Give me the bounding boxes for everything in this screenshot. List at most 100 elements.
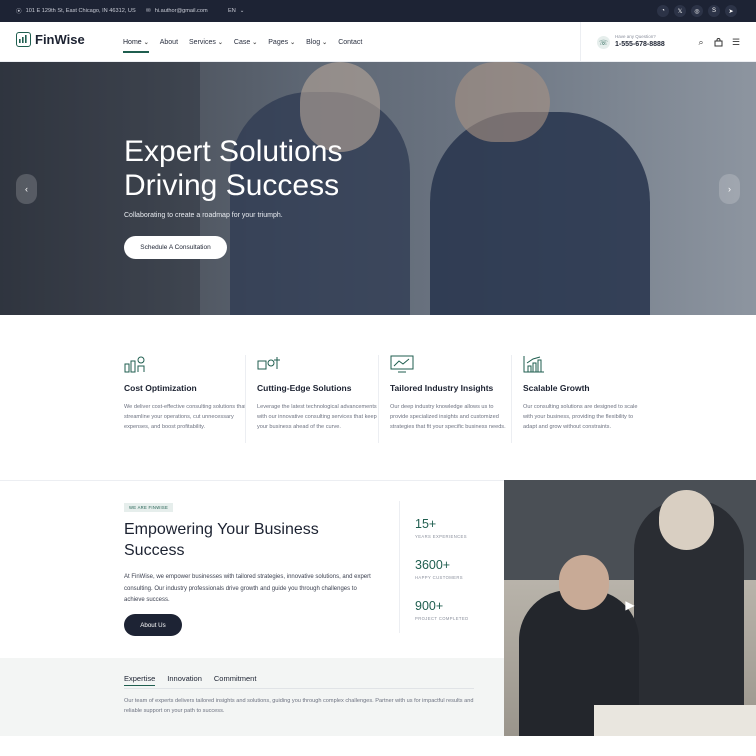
chevron-down-icon: ⌄ (322, 39, 328, 46)
tab-innovation[interactable]: Innovation (167, 674, 202, 686)
stat-value: 3600+ (415, 558, 451, 572)
stat-label: PROJECT COMPLETED (415, 616, 469, 621)
nav-item-label: Blog (306, 38, 321, 46)
address-item: ⦿ 101 E 129th St, East Chicago, IN 46312… (16, 0, 136, 22)
feature-divider (245, 355, 246, 443)
slider-prev-icon[interactable]: ‹ (16, 174, 37, 204)
photo-person-standing-head (659, 490, 714, 550)
phone-label: Have any Question? (615, 34, 656, 39)
chevron-down-icon: ⌄ (252, 39, 258, 46)
slider-next-icon[interactable]: › (719, 174, 740, 204)
language-selector[interactable]: EN ⌄ (228, 0, 244, 22)
cost-optimization-icon (124, 355, 246, 373)
nav-item-contact[interactable]: Contact (338, 39, 362, 46)
hero-person-right-head (455, 62, 550, 142)
feature-card: Cutting-Edge Solutions Leverage the late… (257, 355, 379, 432)
logo-text: FinWise (35, 32, 85, 47)
feature-desc: We deliver cost-effective consulting sol… (124, 404, 246, 430)
feature-divider (511, 355, 512, 443)
feature-title: Scalable Growth (523, 383, 590, 393)
about-title: Empowering Your Business Success (124, 521, 319, 559)
feature-desc: Our consulting solutions are designed to… (523, 404, 638, 430)
nav-menu: Home ⌄ About Services ⌄ Case ⌄ Pages ⌄ Blog ⌄… (123, 22, 362, 62)
logo-icon (16, 32, 31, 47)
location-pin-icon: ⦿ (16, 9, 22, 15)
address-text: 101 E 129th St, East Chicago, IN 46312, … (25, 8, 136, 14)
main-navigation: FinWise Home ⌄ About Services ⌄ Case ⌄ Page… (0, 22, 756, 62)
tab-commitment[interactable]: Commitment (214, 674, 257, 686)
about-desc: At FinWise, we empower businesses with t… (124, 574, 371, 603)
stat-label: HAPPY CUSTOMERS (415, 575, 463, 580)
features-section: Cost Optimization We deliver cost-effect… (0, 315, 756, 480)
hero-person-right (430, 112, 650, 315)
chevron-down-icon: ⌄ (239, 8, 245, 14)
stats-divider (399, 501, 400, 633)
nav-item-case[interactable]: Case ⌄ (234, 39, 257, 46)
nav-divider (580, 22, 581, 62)
language-label: EN (228, 8, 236, 14)
telegram-icon[interactable]: ➤ (725, 5, 737, 17)
menu-icon[interactable]: ☰ (730, 36, 742, 48)
search-icon[interactable]: ⌕ (695, 36, 707, 48)
tab-content: Our team of experts delivers tailored in… (124, 698, 474, 714)
photo-person-seated-head (559, 555, 609, 610)
hero-title-line: Expert Solutions (124, 135, 343, 168)
top-bar: ⦿ 101 E 129th St, East Chicago, IN 46312… (0, 0, 756, 22)
skype-icon[interactable]: S (708, 5, 720, 17)
nav-item-home[interactable]: Home ⌄ (123, 38, 149, 53)
play-icon[interactable]: ▶ (618, 593, 642, 617)
chevron-down-icon: ⌄ (217, 39, 223, 46)
stat-value: 15+ (415, 517, 437, 531)
hero-title: Expert Solutions Driving Success (124, 135, 424, 203)
tab-bar: Expertise Innovation Commitment (124, 674, 256, 686)
stat-value: 900+ (415, 599, 444, 613)
growth-chart-icon (523, 355, 645, 373)
feature-title: Tailored Industry Insights (390, 383, 494, 393)
hero-subtitle: Collaborating to create a roadmap for yo… (124, 212, 283, 219)
feature-card: Scalable Growth Our consulting solutions… (523, 355, 645, 432)
nav-item-label: Pages (268, 38, 289, 46)
feature-desc: Leverage the latest technological advanc… (257, 404, 377, 430)
feature-title: Cutting-Edge Solutions (257, 383, 352, 393)
feature-card: Tailored Industry Insights Our deep indu… (390, 355, 512, 432)
feature-divider (378, 355, 379, 443)
hero-section: Expert Solutions Driving Success Collabo… (0, 62, 756, 315)
chevron-down-icon: ⌄ (143, 39, 149, 46)
feature-desc: Our deep industry knowledge allows us to… (390, 404, 506, 430)
phone-icon: ☏ (597, 36, 610, 49)
logo[interactable]: FinWise (16, 32, 85, 47)
schedule-consultation-button[interactable]: Schedule A Consultation (124, 236, 227, 259)
nav-item-blog[interactable]: Blog ⌄ (306, 39, 327, 46)
section-tag: WE ARE FINWISE (124, 503, 174, 512)
stat-label: YEARS EXPERIENCES (415, 534, 467, 539)
mail-icon: ✉ (146, 8, 151, 14)
hero-title-line: Driving Success (124, 169, 340, 202)
innovation-icon (257, 355, 379, 373)
x-icon[interactable]: 𝕏 (674, 5, 686, 17)
cart-icon[interactable] (712, 36, 724, 48)
email-item[interactable]: ✉ hi.author@gmail.com (146, 0, 208, 22)
email-text[interactable]: hi.author@gmail.com (155, 8, 208, 14)
tab-underline (124, 688, 474, 689)
stat-item: 900+ PROJECT COMPLETED (415, 599, 469, 621)
feature-card: Cost Optimization We deliver cost-effect… (124, 355, 246, 432)
about-section: WE ARE FINWISE Empowering Your Business … (0, 480, 504, 658)
nav-item-about[interactable]: About (160, 39, 178, 46)
photo-desk (594, 705, 756, 736)
stat-item: 3600+ HAPPY CUSTOMERS (415, 558, 463, 580)
tabs-section: Expertise Innovation Commitment Our team… (0, 658, 504, 736)
phone-number[interactable]: 1-555-678-8888 (615, 41, 665, 48)
nav-item-label: Home (123, 38, 142, 46)
nav-item-pages[interactable]: Pages ⌄ (268, 39, 295, 46)
nav-item-services[interactable]: Services ⌄ (189, 39, 223, 46)
nav-item-label: About (159, 38, 179, 46)
whatsapp-icon[interactable]: ◔ (657, 5, 669, 17)
stat-item: 15+ YEARS EXPERIENCES (415, 517, 467, 539)
analytics-icon (390, 355, 512, 373)
chevron-down-icon: ⌄ (290, 39, 296, 46)
instagram-icon[interactable]: ◎ (691, 5, 703, 17)
about-us-button[interactable]: About Us (124, 614, 182, 636)
nav-item-label: Contact (338, 38, 363, 46)
nav-item-label: Case (233, 38, 251, 46)
tab-expertise[interactable]: Expertise (124, 674, 156, 686)
